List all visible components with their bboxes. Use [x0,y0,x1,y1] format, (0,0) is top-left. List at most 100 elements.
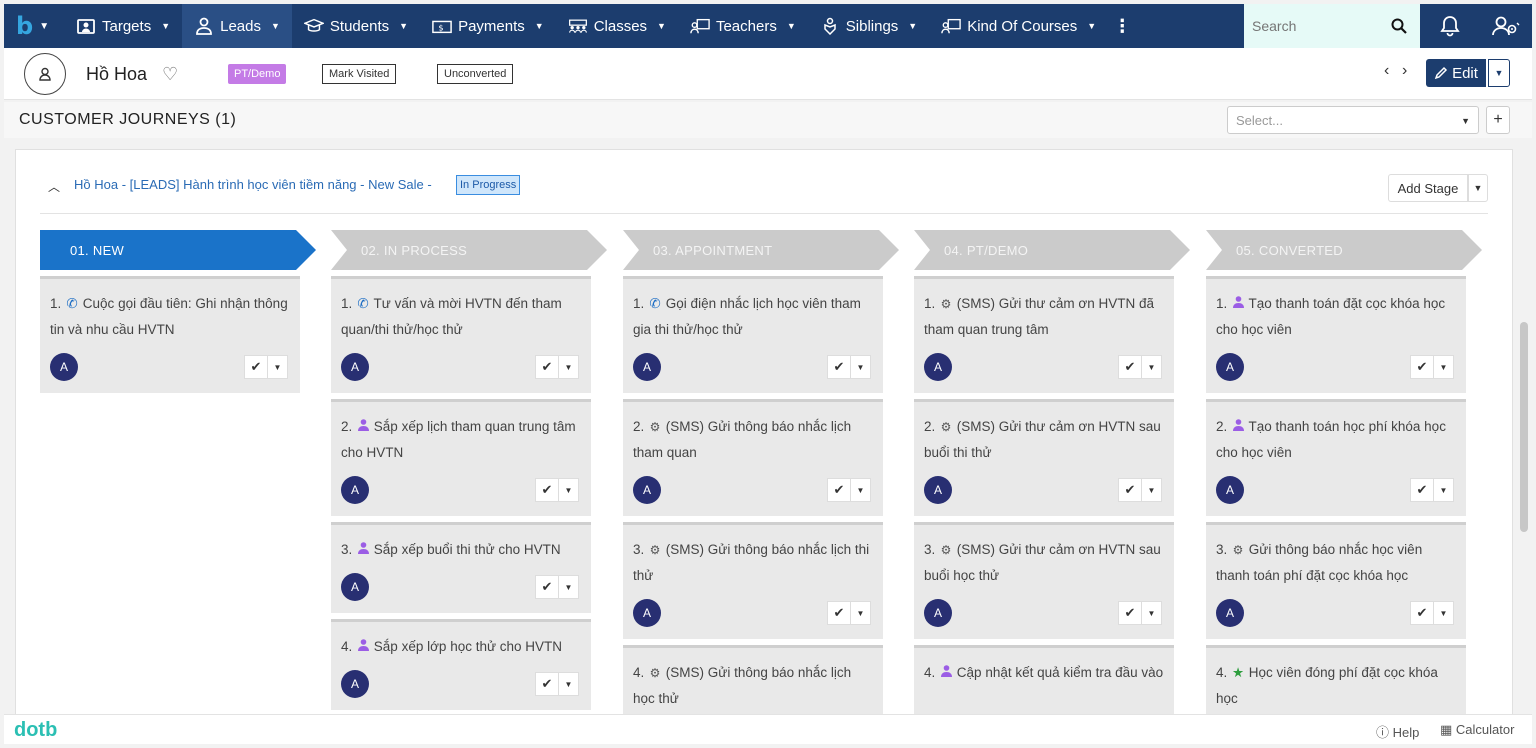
nav-item-payments[interactable]: $ Payments ▼ [420,4,556,48]
complete-check-button[interactable]: ✔ [827,478,851,502]
scrollbar[interactable] [1520,322,1528,532]
unconverted-button[interactable]: Unconverted [437,64,514,84]
complete-check-button[interactable]: ✔ [535,355,559,379]
stage-header[interactable]: 01. NEW [40,230,316,270]
task-dropdown-icon[interactable]: ▼ [851,478,871,502]
assignee-avatar[interactable]: A [633,353,661,381]
help-link[interactable]: ⓘ Help [1376,722,1419,741]
task-dropdown-icon[interactable]: ▼ [559,478,579,502]
assignee-avatar[interactable]: A [1216,476,1244,504]
task-dropdown-icon[interactable]: ▼ [268,355,288,379]
complete-check-button[interactable]: ✔ [1410,478,1434,502]
assignee-avatar[interactable]: A [341,573,369,601]
stage-header[interactable]: 03. APPOINTMENT [623,230,899,270]
collapse-caret-icon[interactable]: ︿ [48,178,60,195]
assignee-avatar[interactable]: A [341,476,369,504]
complete-check-button[interactable]: ✔ [1118,478,1142,502]
task-dropdown-icon[interactable]: ▼ [559,672,579,696]
task-dropdown-icon[interactable]: ▼ [559,575,579,599]
task-card[interactable]: 1. ⚙ (SMS) Gửi thư cảm ơn HVTN đã tham q… [914,276,1174,393]
task-number: 4. [633,665,645,680]
app-logo[interactable]: b ▼ [4,4,64,48]
prev-record-icon[interactable]: ‹ [1384,62,1389,80]
task-dropdown-icon[interactable]: ▼ [851,355,871,379]
complete-check-button[interactable]: ✔ [827,601,851,625]
task-card[interactable]: 3. Sắp xếp buổi thi thử cho HVTN A ✔ ▼ [331,522,591,613]
task-dropdown-icon[interactable]: ▼ [1142,478,1162,502]
task-card[interactable]: 1. ✆ Tư vấn và mời HVTN đến tham quan/th… [331,276,591,393]
nav-item-students[interactable]: Students ▼ [292,4,420,48]
assignee-avatar[interactable]: A [633,599,661,627]
stage-header[interactable]: 04. PT/DEMO [914,230,1190,270]
task-card[interactable]: 4. Sắp xếp lớp học thử cho HVTN A ✔ ▼ [331,619,591,710]
task-card[interactable]: 4. ★ Học viên đóng phí đặt cọc khóa họcA… [1206,645,1466,718]
calculator-link[interactable]: ▦ Calculator [1440,722,1514,738]
complete-check-button[interactable]: ✔ [535,478,559,502]
task-card[interactable]: 3. ⚙ (SMS) Gửi thư cảm ơn HVTN sau buổi … [914,522,1174,639]
assignee-avatar[interactable]: A [924,476,952,504]
edit-button[interactable]: Edit [1426,59,1486,87]
assignee-avatar[interactable]: A [633,476,661,504]
complete-check-button[interactable]: ✔ [244,355,268,379]
assignee-avatar[interactable]: A [341,353,369,381]
task-card[interactable]: 1. Tạo thanh toán đặt cọc khóa học cho h… [1206,276,1466,393]
nav-item-teachers[interactable]: Teachers ▼ [678,4,808,48]
mark-visited-button[interactable]: Mark Visited [322,64,397,84]
assignee-avatar[interactable]: A [924,599,952,627]
task-card[interactable]: 3. ⚙ Gửi thông báo nhắc học viên thanh t… [1206,522,1466,639]
more-menu-icon[interactable]: ⋮ [1108,4,1136,48]
assignee-avatar[interactable]: A [1216,353,1244,381]
task-dropdown-icon[interactable]: ▼ [1434,601,1454,625]
complete-check-button[interactable]: ✔ [535,672,559,696]
assignee-avatar[interactable]: A [341,670,369,698]
search-input[interactable] [1244,4,1384,48]
nav-item-leads[interactable]: Leads ▼ [182,4,292,48]
complete-check-button[interactable]: ✔ [1410,601,1434,625]
assignee-avatar[interactable]: A [924,353,952,381]
user-settings-icon[interactable] [1480,4,1532,48]
add-stage-dropdown-icon[interactable]: ▼ [1468,174,1488,202]
stage-header[interactable]: 02. IN PROCESS [331,230,607,270]
stage-header[interactable]: 05. CONVERTED [1206,230,1482,270]
task-dropdown-icon[interactable]: ▼ [1434,478,1454,502]
task-text: 1. ✆ Tư vấn và mời HVTN đến tham quan/th… [331,279,591,345]
complete-check-button[interactable]: ✔ [535,575,559,599]
complete-check-button[interactable]: ✔ [1118,601,1142,625]
nav-item-kind-of-courses[interactable]: Kind Of Courses ▼ [929,4,1108,48]
task-card[interactable]: 1. ✆ Gọi điện nhắc lịch học viên tham gi… [623,276,883,393]
phone-icon: ✆ [357,296,369,311]
nav-item-targets[interactable]: Targets ▼ [64,4,182,48]
favorite-heart-icon[interactable]: ♡ [162,64,178,85]
task-dropdown-icon[interactable]: ▼ [1434,355,1454,379]
add-stage-button[interactable]: Add Stage [1388,174,1468,202]
task-card[interactable]: 2. ⚙ (SMS) Gửi thư cảm ơn HVTN sau buổi … [914,399,1174,516]
nav-item-siblings[interactable]: Siblings ▼ [808,4,929,48]
journey-title[interactable]: Hồ Hoa - [LEADS] Hành trình học viên tiề… [74,177,432,192]
complete-check-button[interactable]: ✔ [1410,355,1434,379]
task-card[interactable]: 1. ✆ Cuộc gọi đầu tiên: Ghi nhận thông t… [40,276,300,393]
task-card[interactable]: 4. ⚙ (SMS) Gửi thông báo nhắc lịch học t… [623,645,883,718]
chevron-down-icon: ▼ [1087,21,1097,31]
next-record-icon[interactable]: › [1402,62,1407,80]
task-dropdown-icon[interactable]: ▼ [851,601,871,625]
task-card[interactable]: 2. Sắp xếp lịch tham quan trung tâm cho … [331,399,591,516]
task-dropdown-icon[interactable]: ▼ [1142,355,1162,379]
notification-bell-icon[interactable] [1430,4,1470,48]
complete-check-button[interactable]: ✔ [827,355,851,379]
task-dropdown-icon[interactable]: ▼ [559,355,579,379]
task-card[interactable]: 2. Tạo thanh toán học phí khóa học cho h… [1206,399,1466,516]
nav-item-classes[interactable]: Classes ▼ [556,4,678,48]
complete-check-button[interactable]: ✔ [1118,355,1142,379]
checkmark-icon: ✔ [541,676,553,691]
task-card[interactable]: 3. ⚙ (SMS) Gửi thông báo nhắc lịch thi t… [623,522,883,639]
task-dropdown-icon[interactable]: ▼ [1142,601,1162,625]
search-icon[interactable] [1384,18,1414,34]
journey-select[interactable]: Select... ▼ [1227,106,1479,134]
task-card[interactable]: 4. Cập nhật kết quả kiểm tra đầu vàoA✔▼ [914,645,1174,718]
add-journey-button[interactable]: + [1486,106,1510,134]
user-icon [939,660,953,686]
task-card[interactable]: 2. ⚙ (SMS) Gửi thông báo nhắc lịch tham … [623,399,883,516]
assignee-avatar[interactable]: A [50,353,78,381]
edit-dropdown-icon[interactable]: ▼ [1488,59,1510,87]
assignee-avatar[interactable]: A [1216,599,1244,627]
